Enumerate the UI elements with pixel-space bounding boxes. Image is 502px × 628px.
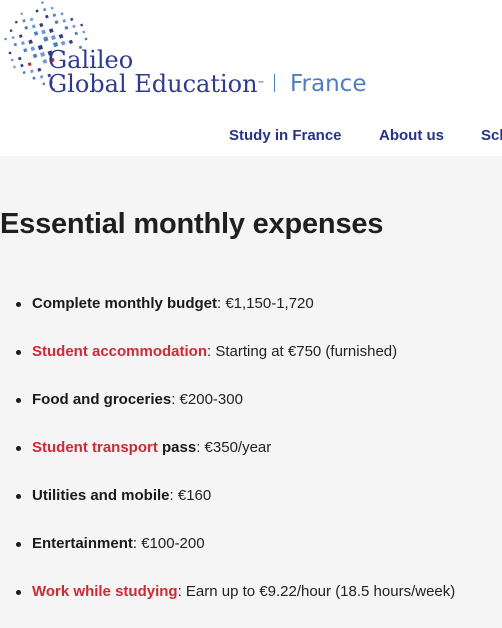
globe-tile: [20, 63, 24, 68]
bullet: [16, 542, 21, 547]
globe-tile: [45, 14, 49, 19]
globe-tile: [30, 69, 34, 74]
bullet: [16, 446, 21, 451]
logo-separator: [274, 74, 275, 92]
bullet: [16, 398, 21, 403]
globe-tile: [64, 25, 69, 30]
globe-tile: [42, 59, 48, 64]
globe-tile: [72, 24, 76, 29]
globe-tile: [84, 37, 88, 41]
globe-tile: [68, 39, 73, 44]
globe-tile: [28, 39, 33, 45]
nav-study-in-france[interactable]: Study in France: [229, 127, 342, 144]
globe-tile: [60, 12, 64, 16]
globe-tile: [12, 65, 16, 69]
globe-tile: [41, 1, 44, 4]
globe-tile: [43, 8, 47, 12]
globe-tile: [27, 62, 32, 67]
expenses-list: Complete monthly budget: €1,150-1,720 St…: [0, 292, 502, 628]
globe-tile: [70, 17, 74, 21]
nav-about-us[interactable]: About us: [379, 127, 444, 144]
globe-tile: [80, 23, 84, 27]
globe-tile: [33, 31, 39, 36]
globe-tile: [30, 46, 36, 52]
globe-tile: [60, 40, 66, 46]
globe-tile: [48, 28, 54, 34]
list-item: Student accommodation: Starting at €750 …: [0, 340, 502, 388]
globe-tile: [50, 35, 56, 41]
site-header: Galileo Global Education™ France Study i…: [0, 0, 502, 156]
globe-tile: [20, 41, 25, 46]
nav-scholarships[interactable]: Sch: [481, 127, 502, 144]
globe-tile: [14, 20, 18, 24]
globe-tile: [50, 6, 54, 10]
globe-tile: [9, 29, 13, 33]
globe-tile: [29, 17, 34, 22]
globe-tile: [11, 35, 15, 40]
list-item: Entertainment: €100-200: [0, 532, 502, 580]
globe-tile: [31, 24, 36, 29]
globe-tile: [37, 44, 44, 51]
galileo-logo[interactable]: Galileo Global Education™ France: [0, 0, 380, 100]
globe-tile: [24, 25, 29, 30]
globe-tile: [58, 33, 64, 39]
globe-tile: [40, 51, 46, 57]
globe-tile: [37, 67, 42, 72]
globe-tile: [23, 48, 28, 53]
bullet: [16, 350, 21, 355]
list-item: Student transport pass: €350/year: [0, 436, 502, 484]
globe-tile: [20, 12, 24, 16]
globe-tile: [4, 37, 7, 41]
bullet: [16, 590, 21, 595]
globe-tile: [32, 53, 38, 59]
globe-tile: [39, 75, 44, 79]
logo-country: France: [290, 71, 367, 97]
main-nav: Study in France About us Sch: [0, 127, 502, 147]
globe-tile: [22, 19, 26, 23]
logo-line-2: Global Education™: [48, 70, 265, 98]
globe-tile: [41, 29, 46, 35]
student-transport-link[interactable]: Student transport: [32, 439, 158, 456]
globe-tile: [18, 56, 22, 61]
bullet: [16, 302, 21, 307]
list-item: Food and groceries: €200-300: [0, 388, 502, 436]
list-item: Complete monthly budget: €1,150-1,720: [0, 292, 502, 340]
globe-tile: [18, 34, 23, 39]
globe-tile: [13, 42, 18, 47]
globe-tile: [35, 9, 39, 13]
globe-tile: [82, 30, 86, 34]
list-item: Work while studying: Earn up to €9.22/ho…: [0, 580, 502, 628]
globe-tile: [62, 18, 67, 23]
globe-tile: [42, 82, 46, 86]
bullet: [16, 494, 21, 499]
page-title: Essential monthly expenses: [0, 208, 384, 240]
list-item: Utilities and mobile: €160: [0, 484, 502, 532]
globe-tile: [39, 22, 44, 28]
globe-tile: [54, 20, 59, 25]
globe-tile: [8, 51, 12, 55]
globe-tile: [32, 76, 36, 80]
globe-tile: [10, 58, 14, 62]
student-accommodation-link[interactable]: Student accommodation: [32, 343, 207, 360]
work-while-studying-link[interactable]: Work while studying: [32, 583, 178, 600]
globe-tile: [43, 36, 49, 42]
globe-tile: [74, 31, 78, 36]
globe-tile: [52, 13, 57, 17]
globe-tile: [22, 70, 26, 75]
